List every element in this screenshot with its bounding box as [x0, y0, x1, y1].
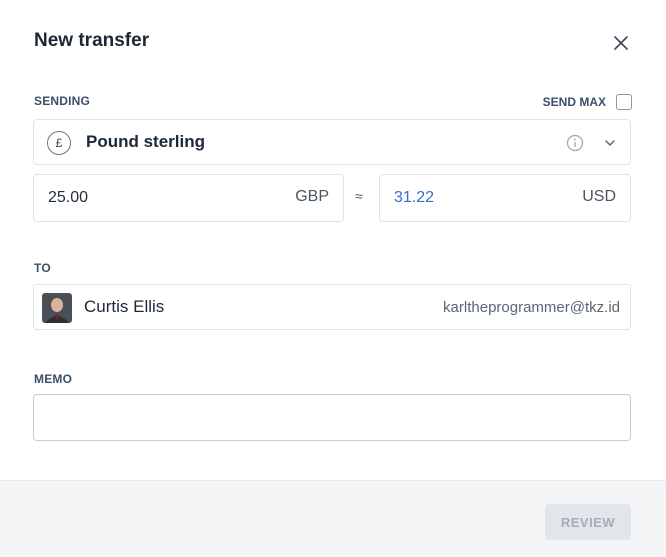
send-amount-field[interactable]: 25.00 GBP [33, 174, 344, 222]
approx-symbol: ≈ [355, 188, 363, 204]
recipient-field[interactable]: Curtis Ellis karltheprogrammer@tkz.id [33, 284, 631, 330]
recipient-name: Curtis Ellis [84, 297, 165, 316]
receive-amount-field[interactable]: 31.22 USD [379, 174, 631, 222]
modal-header: New transfer [34, 30, 632, 56]
recipient-email: karltheprogrammer@tkz.id [443, 299, 620, 316]
send-currency-code: GBP [295, 188, 329, 205]
modal-footer: REVIEW [0, 480, 666, 557]
modal-title: New transfer [34, 30, 150, 51]
sending-label: SENDING [34, 94, 91, 108]
to-label: TO [34, 261, 51, 275]
memo-label: MEMO [34, 372, 73, 386]
pound-icon: £ [47, 131, 71, 155]
close-button[interactable] [610, 32, 632, 54]
close-icon [614, 36, 628, 50]
info-icon[interactable] [566, 134, 584, 152]
currency-select[interactable]: £ Pound sterling [33, 119, 631, 165]
send-amount-value[interactable]: 25.00 [48, 189, 88, 207]
currency-name: Pound sterling [86, 132, 205, 151]
new-transfer-modal: New transfer SENDING SEND MAX £ Pound st… [0, 0, 666, 557]
review-button[interactable]: REVIEW [545, 504, 631, 540]
memo-input[interactable] [34, 395, 630, 440]
receive-amount-value[interactable]: 31.22 [394, 189, 434, 207]
memo-field[interactable] [33, 394, 631, 441]
chevron-down-icon[interactable] [604, 137, 616, 149]
avatar [42, 293, 72, 323]
send-max[interactable]: SEND MAX [543, 94, 632, 110]
send-max-checkbox[interactable] [616, 94, 632, 110]
send-max-label: SEND MAX [542, 95, 606, 109]
receive-currency-code: USD [582, 188, 616, 205]
